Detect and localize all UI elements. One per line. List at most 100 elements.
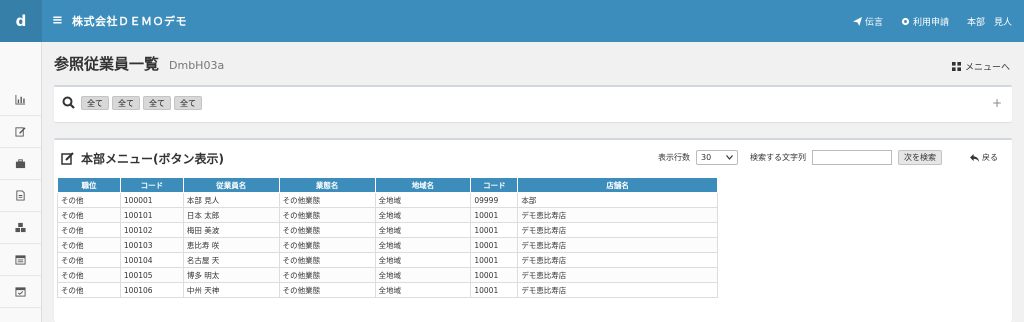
table-cell: 全地域: [374, 252, 472, 268]
table-row[interactable]: その他 100001 本部 見人 その他業態 全地域 09999 本部: [57, 192, 718, 208]
user-name: 本部 見人: [966, 18, 1012, 28]
table-cell: その他業態: [278, 192, 376, 208]
page-code: DmbH03a: [169, 59, 225, 72]
company-name: 株式会社ＤＥＭＯデモ: [72, 15, 187, 28]
grid-icon: [951, 62, 961, 71]
sidebar-item-calendar-check[interactable]: [0, 276, 41, 308]
table-cell: 日本 太郎: [182, 207, 280, 223]
column-header[interactable]: コード: [119, 177, 184, 193]
table-cell: 名古屋 天: [182, 252, 280, 268]
calendar-icon: [15, 255, 26, 265]
table-cell: 100103: [119, 237, 184, 253]
table-cell: デモ恵比寿店: [517, 222, 718, 238]
bar-chart-icon: [15, 94, 26, 105]
usage-request-link[interactable]: 利用申請: [901, 15, 949, 28]
filter-chip[interactable]: 全て: [81, 96, 109, 110]
table-cell: その他業態: [278, 252, 376, 268]
table-cell: 博多 明太: [182, 267, 280, 283]
table-cell: 100102: [119, 222, 184, 238]
column-header[interactable]: 地域名: [374, 177, 472, 193]
rows-select[interactable]: 30: [696, 150, 738, 165]
back-label: 戻る: [982, 153, 998, 162]
table-cell: 10001: [470, 237, 519, 253]
find-next-button[interactable]: 次を検索: [898, 150, 942, 165]
column-header[interactable]: 職位: [57, 177, 121, 193]
table-cell: その他: [57, 192, 121, 208]
expand-filter-button[interactable]: +: [992, 96, 1002, 110]
cubes-icon: [15, 222, 26, 233]
edit-icon: [15, 127, 26, 137]
table-cell: デモ恵比寿店: [517, 282, 718, 298]
table-cell: 全地域: [374, 207, 472, 223]
table-cell: 10001: [470, 282, 519, 298]
column-header[interactable]: 従業員名: [182, 177, 280, 193]
table-cell: 中州 天神: [182, 282, 280, 298]
filter-chip[interactable]: 全て: [112, 96, 140, 110]
table-cell: その他業態: [278, 282, 376, 298]
sidebar-item-chart[interactable]: [0, 84, 41, 116]
table-row[interactable]: その他 100102 梅田 美波 その他業態 全地域 10001 デモ恵比寿店: [57, 222, 718, 238]
search-icon[interactable]: [62, 96, 75, 109]
list-title: 本部メニュー(ボタン表示): [81, 152, 224, 166]
top-navbar: d ≡ 株式会社ＤＥＭＯデモ 伝言 利用申請 本部 見人: [0, 0, 1024, 42]
table-row[interactable]: その他 100103 恵比寿 咲 その他業態 全地域 10001 デモ恵比寿店: [57, 237, 718, 253]
message-label: 伝言: [864, 18, 883, 28]
table-cell: 全地域: [374, 237, 472, 253]
table-cell: デモ恵比寿店: [517, 267, 718, 283]
table-cell: 10001: [470, 267, 519, 283]
table-cell: 10001: [470, 222, 519, 238]
briefcase-icon: [15, 159, 26, 169]
page-title: 参照従業員一覧: [54, 55, 160, 73]
user-menu[interactable]: 本部 見人: [967, 15, 1012, 28]
back-link[interactable]: 戻る: [970, 152, 998, 163]
table-cell: その他: [57, 237, 121, 253]
sidebar-item-briefcase[interactable]: [0, 148, 41, 180]
app-logo[interactable]: d: [0, 0, 42, 42]
table-cell: 全地域: [374, 282, 472, 298]
gear-icon: [901, 17, 910, 26]
search-input[interactable]: [812, 150, 892, 165]
table-cell: 全地域: [374, 267, 472, 283]
page-header: 参照従業員一覧 DmbH03a: [54, 53, 224, 74]
table-cell: 09999: [470, 192, 519, 208]
table-cell: その他業態: [278, 237, 376, 253]
table-cell: 本部 見人: [182, 192, 280, 208]
table-cell: 恵比寿 咲: [182, 237, 280, 253]
document-icon: [16, 190, 25, 201]
table-cell: その他: [57, 282, 121, 298]
table-cell: 100101: [119, 207, 184, 223]
message-link[interactable]: 伝言: [852, 15, 883, 28]
table-cell: 10001: [470, 252, 519, 268]
sidebar-item-document[interactable]: [0, 180, 41, 212]
table-cell: 梅田 美波: [182, 222, 280, 238]
table-cell: デモ恵比寿店: [517, 252, 718, 268]
menu-toggle-icon[interactable]: ≡: [52, 13, 63, 28]
table-row[interactable]: その他 100105 博多 明太 その他業態 全地域 10001 デモ恵比寿店: [57, 267, 718, 283]
menu-link-label: メニューへ: [964, 63, 1010, 73]
filter-chip[interactable]: 全て: [143, 96, 171, 110]
sidebar: [0, 42, 42, 322]
table-cell: 100104: [119, 252, 184, 268]
column-header[interactable]: 店舗名: [517, 177, 718, 193]
filter-chip[interactable]: 全て: [174, 96, 202, 110]
column-header[interactable]: 業態名: [278, 177, 376, 193]
table-row[interactable]: その他 100106 中州 天神 その他業態 全地域 10001 デモ恵比寿店: [57, 282, 718, 298]
table-row[interactable]: その他 100104 名古屋 天 その他業態 全地域 10001 デモ恵比寿店: [57, 252, 718, 268]
table-row[interactable]: その他 100101 日本 太郎 その他業態 全地域 10001 デモ恵比寿店: [57, 207, 718, 223]
sidebar-item-cubes[interactable]: [0, 212, 41, 244]
sidebar-item-calendar[interactable]: [0, 244, 41, 276]
reply-icon: [970, 153, 979, 162]
table-header-row: 職位 コード 従業員名 業態名 地域名 コード 店舗名: [57, 177, 718, 193]
table-cell: その他: [57, 222, 121, 238]
sidebar-item-edit[interactable]: [0, 116, 41, 148]
employee-list-panel: 本部メニュー(ボタン表示) 表示行数 30 検索する文字列 次を検索 戻る 職位…: [54, 138, 1012, 322]
table-cell: その他業態: [278, 267, 376, 283]
column-header[interactable]: コード: [470, 177, 519, 193]
menu-link[interactable]: メニューへ: [951, 60, 1010, 73]
table-cell: 全地域: [374, 192, 472, 208]
usage-request-label: 利用申請: [912, 18, 949, 28]
table-cell: 100001: [119, 192, 184, 208]
table-cell: その他業態: [278, 207, 376, 223]
employee-table: 職位 コード 従業員名 業態名 地域名 コード 店舗名 その他 100001 本…: [57, 177, 718, 298]
table-cell: 100105: [119, 267, 184, 283]
